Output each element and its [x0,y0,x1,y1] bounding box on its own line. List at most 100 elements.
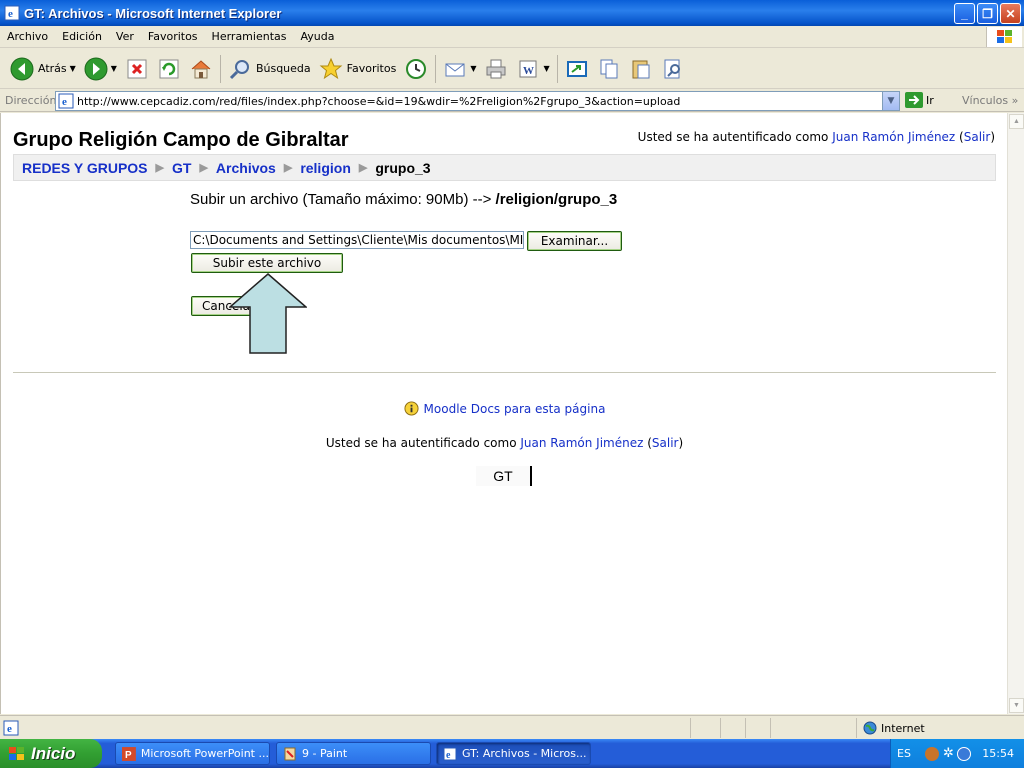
go-arrow-icon [905,92,923,108]
windows-flag-icon [9,746,24,760]
window-title: GT: Archivos - Microsoft Internet Explor… [24,5,282,21]
menu-herramientas[interactable]: Herramientas [205,30,294,43]
menu-ayuda[interactable]: Ayuda [293,30,341,43]
refresh-icon [159,59,179,78]
address-dropdown-icon[interactable]: ▼ [882,92,899,110]
scroll-down-icon[interactable]: ▼ [1009,698,1024,713]
toolbar-separator [219,54,221,83]
breadcrumb-separator-icon: ▶ [358,162,368,174]
start-button[interactable]: Inicio [0,739,102,768]
favorites-label: Favoritos [346,62,397,75]
mail-button[interactable]: ▼ [439,53,480,85]
breadcrumb-gt[interactable]: GT [172,160,191,176]
svg-text:W: W [523,65,534,77]
back-dropdown-icon[interactable]: ▼ [70,64,76,73]
back-button[interactable]: Atrás ▼ [6,53,80,85]
task-paint-label: 9 - Paint [302,747,348,760]
taskbar: Inicio P Microsoft PowerPoint ... 9 - Pa… [0,739,1024,768]
tray-network-icon[interactable] [956,746,971,761]
menu-ver[interactable]: Ver [109,30,141,43]
menu-favoritos[interactable]: Favoritos [141,30,205,43]
restore-button[interactable]: ❐ [977,3,998,24]
powerpoint-icon: P [122,746,136,760]
copy-icon [600,59,618,78]
moodle-docs-link[interactable]: Moodle Docs para esta página [424,402,606,416]
breadcrumb: REDES Y GRUPOS ▶ GT ▶ Archivos ▶ religio… [13,154,996,181]
forward-button[interactable]: ▼ [80,53,121,85]
svg-text:e: e [8,8,13,20]
home-button[interactable] [185,53,217,85]
menu-archivo[interactable]: Archivo [0,30,55,43]
breadcrumb-religion[interactable]: religion [300,160,351,176]
address-input[interactable]: e http://www.cepcadiz.com/red/files/inde… [55,91,900,111]
breadcrumb-archivos[interactable]: Archivos [216,160,276,176]
task-internet-explorer[interactable]: e GT: Archivos - Micros... [436,742,591,765]
links-toolbar[interactable]: Vínculos » [962,94,1018,107]
forward-dropdown-icon[interactable]: ▼ [111,64,117,73]
stop-button[interactable] [121,53,153,85]
info-icon [404,401,419,416]
upload-path: /religion/grupo_3 [495,191,618,208]
breadcrumb-redes[interactable]: REDES Y GRUPOS [22,160,148,176]
scroll-up-icon[interactable]: ▲ [1009,114,1024,129]
stop-icon [127,59,147,78]
history-button[interactable] [400,53,432,85]
breadcrumb-separator-icon: ▶ [155,162,164,174]
browse-button[interactable]: Examinar... [527,231,622,251]
login-prefix: Usted se ha autentificado como [637,130,833,144]
refresh-button[interactable] [153,53,185,85]
user-link[interactable]: Juan Ramón Jiménez [832,130,955,144]
upload-submit-button[interactable]: Subir este archivo [191,253,343,273]
footer-logout-link[interactable]: Salir [652,436,679,450]
print-button[interactable] [480,53,512,85]
course-home-link[interactable]: GT [476,466,532,486]
menu-edicion[interactable]: Edición [55,30,109,43]
status-divider [690,718,691,738]
file-path-input[interactable]: C:\Documents and Settings\Cliente\Mis do… [190,231,524,249]
footer-login-prefix: Usted se ha autentificado como [325,436,521,450]
research-button[interactable] [657,53,689,85]
task-powerpoint-label: Microsoft PowerPoint ... [140,747,269,760]
logout-link[interactable]: Salir [964,130,991,144]
printer-icon [486,59,506,78]
minimize-button[interactable]: _ [954,3,975,24]
language-indicator[interactable]: ES [897,747,911,760]
back-arrow-icon [10,57,34,80]
vertical-scrollbar[interactable]: ▲ ▼ [1007,113,1024,714]
go-button[interactable]: Ir [905,92,934,108]
toolbar-separator [556,54,558,83]
task-powerpoint[interactable]: P Microsoft PowerPoint ... [115,742,270,765]
search-button[interactable]: Búsqueda [224,53,315,85]
close-button[interactable]: ✕ [1000,3,1021,24]
task-ie-label: GT: Archivos - Micros... [462,747,587,760]
svg-text:e: e [7,723,12,735]
copy-button[interactable] [593,53,625,85]
search-icon [229,59,249,79]
tray-expand-icon[interactable] [924,746,939,761]
search-label: Búsqueda [255,62,311,75]
page-content: Grupo Religión Campo de Gibraltar Usted … [0,113,1007,714]
login-info: Usted se ha autentificado como Juan Ramó… [637,130,995,144]
go-label: Ir [926,93,934,107]
edit-dropdown-icon[interactable]: ▼ [543,64,549,73]
favorites-button[interactable]: Favoritos [315,53,401,85]
edit-button[interactable]: W ▼ [512,53,553,85]
tray-star-icon[interactable]: ✲ [943,746,954,761]
footer-user-link[interactable]: Juan Ramón Jiménez [520,436,643,450]
zone-label: Internet [881,721,925,735]
discuss-button[interactable] [561,53,593,85]
breadcrumb-separator-icon: ▶ [199,162,208,174]
address-url: http://www.cepcadiz.com/red/files/index.… [77,94,681,108]
windows-logo-icon [986,27,1022,47]
upload-label: Subir un archivo (Tamaño máximo: 90Mb) -… [190,191,492,208]
status-bar: e Internet [0,715,1024,739]
ie-task-icon: e [443,747,457,761]
moodle-docs: Moodle Docs para esta página [1,401,1007,416]
breadcrumb-current: grupo_3 [375,159,431,176]
upload-heading: Subir un archivo (Tamaño máximo: 90Mb) -… [190,191,617,208]
divider [13,372,996,373]
paste-button[interactable] [625,53,657,85]
task-paint[interactable]: 9 - Paint [276,742,431,765]
mail-dropdown-icon[interactable]: ▼ [470,64,476,73]
security-zone: Internet [856,718,925,738]
